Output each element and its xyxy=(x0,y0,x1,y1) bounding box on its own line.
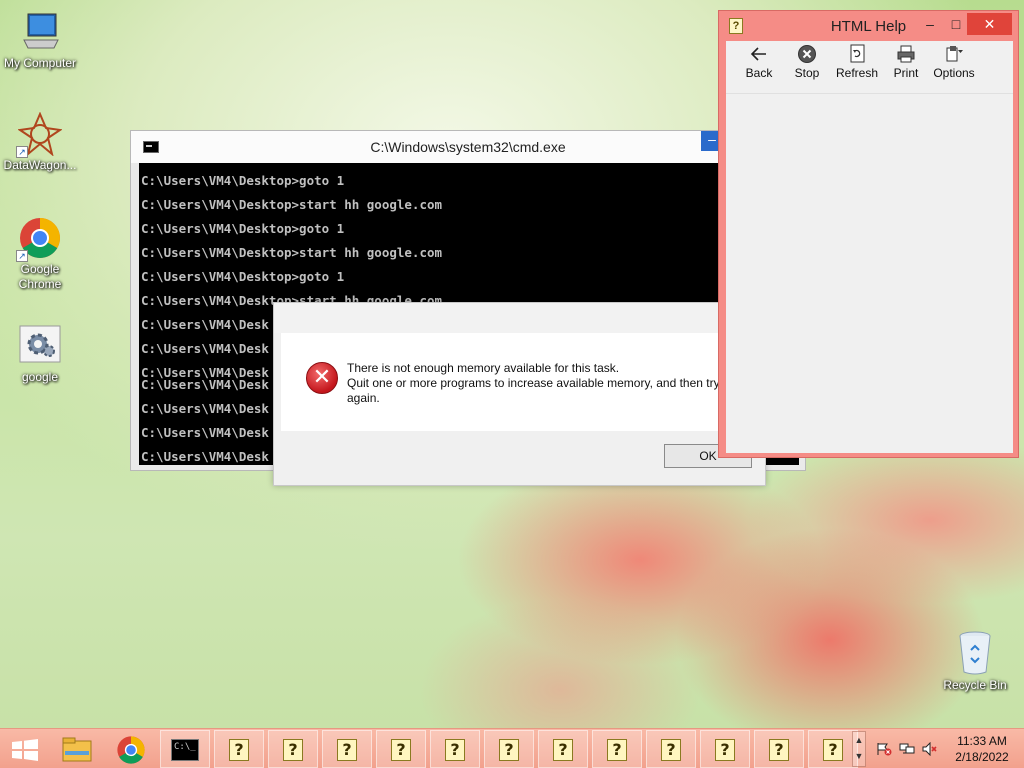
error-dialog[interactable]: ✕ There is not enough memory available f… xyxy=(273,302,767,486)
options-icon xyxy=(944,44,964,64)
html-help-icon: ? xyxy=(715,739,735,761)
desktop-icon-google-chrome[interactable]: ↗ Google Chrome xyxy=(0,216,80,292)
taskbar-file-explorer[interactable] xyxy=(52,730,102,768)
desktop-icon-google[interactable]: google xyxy=(0,324,80,385)
help-titlebar[interactable]: ? HTML Help – □ ✕ xyxy=(719,11,1018,41)
taskbar-html-help[interactable]: ? xyxy=(646,730,696,768)
help-toolbar: Back Stop Refresh Print Options xyxy=(726,41,1013,93)
cmd-titlebar[interactable]: C:\Windows\system32\cmd.exe – xyxy=(131,131,805,163)
stop-button[interactable]: Stop xyxy=(782,44,832,80)
console-line: C:\Users\VM4\Desk xyxy=(141,449,269,464)
desktop-icon-label: Recycle Bin xyxy=(943,678,1007,692)
taskbar-html-help[interactable]: ? xyxy=(700,730,750,768)
desktop-icon-label: DataWagon... xyxy=(3,158,77,172)
volume-muted-icon[interactable] xyxy=(922,741,938,757)
taskbar-html-help[interactable]: ? xyxy=(430,730,480,768)
shortcut-arrow-icon: ↗ xyxy=(16,250,28,262)
refresh-icon xyxy=(847,44,867,64)
taskbar-html-help[interactable]: ? xyxy=(322,730,372,768)
taskbar-html-help[interactable]: ? xyxy=(592,730,642,768)
windows-logo-icon xyxy=(12,739,38,761)
back-arrow-icon xyxy=(749,44,769,64)
clock-time: 11:33 AM xyxy=(957,734,1007,748)
taskbar-cmd[interactable]: C:\_ xyxy=(160,730,210,768)
html-help-icon: ? xyxy=(445,739,465,761)
html-help-icon: ? xyxy=(553,739,573,761)
console-line: C:\Users\VM4\Desktop>start hh google.com xyxy=(141,197,443,212)
printer-icon xyxy=(896,44,916,64)
error-message-line1: There is not enough memory available for… xyxy=(347,361,620,375)
desktop-icon-label: My Computer xyxy=(3,56,77,70)
taskbar-html-help[interactable]: ? xyxy=(538,730,588,768)
taskbar-html-help[interactable]: ? xyxy=(754,730,804,768)
datawagon-icon: ↗ xyxy=(16,111,63,158)
console-line: C:\Users\VM4\Desk xyxy=(141,377,269,392)
console-line: C:\Users\VM4\Desktop>goto 1 xyxy=(141,221,345,236)
error-dialog-titlebar[interactable] xyxy=(274,303,765,333)
clock-date: 2/18/2022 xyxy=(955,750,1009,764)
start-button[interactable] xyxy=(0,730,50,768)
chevron-up-icon: ▲ xyxy=(854,735,864,745)
taskbar-html-help[interactable]: ? xyxy=(484,730,534,768)
taskbar-html-help[interactable]: ? xyxy=(376,730,426,768)
print-button[interactable]: Print xyxy=(881,44,931,80)
network-icon[interactable] xyxy=(899,742,915,756)
back-button[interactable]: Back xyxy=(734,44,784,80)
error-dialog-body: ✕ There is not enough memory available f… xyxy=(281,333,767,431)
action-center-flag-icon[interactable] xyxy=(876,742,892,756)
taskbar-html-help[interactable]: ? xyxy=(808,730,858,768)
html-help-icon: ? xyxy=(769,739,789,761)
console-line: C:\Users\VM4\Desk xyxy=(141,317,269,332)
console-line: C:\Users\VM4\Desk xyxy=(141,401,269,416)
desktop-icon-recycle-bin[interactable]: Recycle Bin xyxy=(940,630,1010,693)
desktop-icon-datawagon[interactable]: ↗ DataWagon... xyxy=(0,111,80,173)
html-help-icon: ? xyxy=(661,739,681,761)
chrome-icon xyxy=(117,736,145,764)
html-help-icon: ? xyxy=(283,739,303,761)
error-icon: ✕ xyxy=(306,362,338,394)
print-label: Print xyxy=(893,66,919,80)
error-message-line2: Quit one or more programs to increase av… xyxy=(347,376,720,390)
error-message: There is not enough memory available for… xyxy=(347,361,767,406)
console-line: C:\Users\VM4\Desktop>goto 1 xyxy=(141,173,345,188)
settings-shortcut-icon xyxy=(18,324,62,368)
taskbar-html-help[interactable]: ? xyxy=(214,730,264,768)
stop-icon xyxy=(797,44,817,64)
html-help-icon: ? xyxy=(391,739,411,761)
console-icon: C:\_ xyxy=(171,739,199,761)
refresh-label: Refresh xyxy=(835,66,879,80)
error-message-line3: again. xyxy=(347,391,380,405)
console-line: C:\Users\VM4\Desk xyxy=(141,341,269,356)
html-help-icon: ? xyxy=(229,739,249,761)
console-line: C:\Users\VM4\Desktop>goto 1 xyxy=(141,269,345,284)
options-label: Options xyxy=(933,66,975,80)
stop-label: Stop xyxy=(794,66,820,80)
help-close-button[interactable]: ✕ xyxy=(967,13,1012,35)
desktop-icon-my-computer[interactable]: My Computer xyxy=(0,10,80,71)
recycle-bin-icon xyxy=(957,630,993,676)
options-button[interactable]: Options xyxy=(929,44,979,80)
html-help-icon: ? xyxy=(499,739,519,761)
taskbar-html-help[interactable]: ? xyxy=(268,730,318,768)
desktop-icon-label: Google Chrome xyxy=(18,262,62,291)
console-line: C:\Users\VM4\Desktop>start hh google.com xyxy=(141,245,443,260)
chevron-down-icon: ▼ xyxy=(854,751,864,761)
taskbar: C:\_ ? ? ? ? ? ? ? ? ? ? ? ? ▲ ▼ 11:33 A… xyxy=(0,728,1024,768)
chrome-icon: ↗ xyxy=(16,216,62,262)
help-content-pane[interactable] xyxy=(726,93,1013,453)
shortcut-arrow-icon: ↗ xyxy=(16,146,28,158)
computer-icon xyxy=(18,10,62,54)
taskbar-chrome[interactable] xyxy=(106,730,156,768)
desktop-icon-label: google xyxy=(21,370,59,384)
html-help-icon: ? xyxy=(607,739,627,761)
folder-icon xyxy=(62,737,92,762)
back-label: Back xyxy=(745,66,773,80)
taskbar-scroll-button[interactable]: ▲ ▼ xyxy=(852,731,866,767)
html-help-window[interactable]: ? HTML Help – □ ✕ Back Stop Refresh Prin… xyxy=(718,10,1019,458)
refresh-button[interactable]: Refresh xyxy=(832,44,882,80)
system-clock[interactable]: 11:33 AM 2/18/2022 xyxy=(950,733,1014,765)
console-line: C:\Users\VM4\Desk xyxy=(141,425,269,440)
html-help-icon: ? xyxy=(337,739,357,761)
html-help-icon: ? xyxy=(823,739,843,761)
